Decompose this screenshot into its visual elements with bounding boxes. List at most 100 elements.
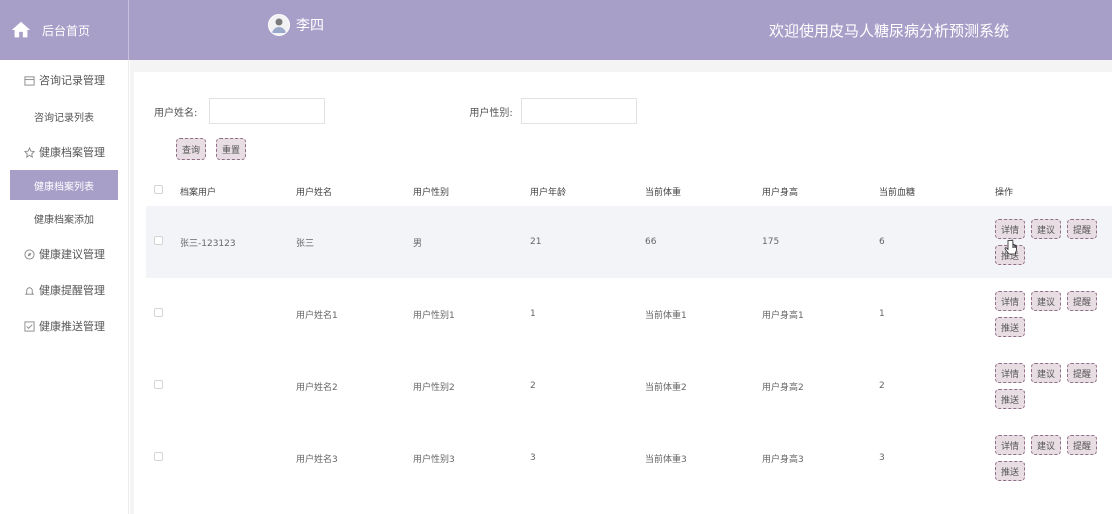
- row-checkbox[interactable]: [154, 308, 163, 317]
- table-cell: 男: [413, 206, 530, 278]
- advice-button[interactable]: 建议: [1031, 435, 1062, 455]
- table-cell: 21: [530, 206, 645, 278]
- name-input[interactable]: [209, 98, 326, 124]
- table-cell: 用户身高2: [762, 382, 804, 393]
- detail-button[interactable]: 详情: [995, 363, 1026, 383]
- query-button[interactable]: 查询: [176, 138, 207, 160]
- remind-button[interactable]: 提醒: [1067, 219, 1098, 239]
- advice-button[interactable]: 建议: [1031, 219, 1062, 239]
- column-header: 用户姓名: [296, 187, 333, 198]
- search-buttons: 查询 重置: [176, 138, 247, 160]
- table-cell: [180, 422, 296, 494]
- table-cell: 用户姓名1: [296, 310, 338, 321]
- gender-label: 用户性别:: [469, 107, 513, 119]
- user-area[interactable]: 李四: [268, 14, 324, 36]
- detail-button[interactable]: 详情: [995, 291, 1026, 311]
- sidebar: 咨询记录管理 咨询记录列表 健康档案管理 健康档案列表 健康档案添加 健康建议管…: [0, 60, 129, 514]
- table-cell: 用户身高1: [762, 310, 804, 321]
- column-header: 档案用户: [180, 187, 217, 198]
- menu-group-label: 咨询记录管理: [39, 74, 105, 87]
- table-cell: 6: [879, 206, 995, 278]
- name-label: 用户姓名:: [154, 107, 198, 119]
- main-content: 用户姓名: 用户性别: 查询 重置 档案用户 用户姓名 用户性别 用户年龄 当前…: [130, 60, 1112, 514]
- row-checkbox[interactable]: [154, 452, 163, 461]
- site-title: 欢迎使用皮马人糖尿病分析预测系统: [768, 22, 1009, 40]
- star-icon: [24, 146, 35, 158]
- reset-button[interactable]: 重置: [216, 138, 247, 160]
- table-cell: [180, 278, 296, 350]
- row-actions: 详情 建议 提醒 推送: [995, 435, 1103, 481]
- advice-button[interactable]: 建议: [1031, 363, 1062, 383]
- home-icon: [11, 21, 31, 38]
- push-button[interactable]: 推送: [995, 461, 1026, 481]
- menu-group-label: 健康建议管理: [39, 248, 105, 261]
- table-cell: 用户姓名3: [296, 454, 338, 465]
- table-cell: 66: [645, 206, 762, 278]
- table-cell: 2: [879, 381, 885, 391]
- menu-consult-records[interactable]: 咨询记录管理: [0, 62, 128, 98]
- table-cell: [180, 350, 296, 422]
- user-avatar-icon: [272, 18, 286, 33]
- menu-health-reminder[interactable]: 健康提醒管理: [0, 272, 128, 308]
- hand-cursor-icon: [1004, 239, 1017, 255]
- table-cell: 2: [530, 381, 536, 391]
- username: 李四: [296, 18, 324, 34]
- select-all-checkbox[interactable]: [154, 185, 163, 194]
- home-link[interactable]: 后台首页: [0, 0, 129, 60]
- remind-button[interactable]: 提醒: [1067, 435, 1098, 455]
- table-row[interactable]: 张三-123123 张三 男 21 66 175 6 详情 建议 提醒 推送: [146, 206, 1112, 278]
- table-cell: 用户身高3: [762, 454, 804, 465]
- row-checkbox[interactable]: [154, 236, 163, 245]
- records-table: 档案用户 用户姓名 用户性别 用户年龄 当前体重 用户身高 当前血糖 操作 张三…: [146, 176, 1112, 494]
- table-cell: 3: [530, 453, 536, 463]
- menu-health-records[interactable]: 健康档案管理: [0, 134, 128, 170]
- table-cell: 当前体重2: [645, 382, 687, 393]
- menu-group-label: 健康档案管理: [39, 146, 105, 159]
- table-cell: 当前体重1: [645, 310, 687, 321]
- table-cell: 1: [530, 309, 536, 319]
- table-cell: 1: [879, 309, 885, 319]
- list-panel: 用户姓名: 用户性别: 查询 重置 档案用户 用户姓名 用户性别 用户年龄 当前…: [134, 72, 1112, 514]
- table-cell: 当前体重3: [645, 454, 687, 465]
- push-button[interactable]: 推送: [995, 317, 1026, 337]
- table-row[interactable]: 用户姓名1 用户性别1 1 当前体重1 用户身高1 1 详情 建议 提醒 推送: [146, 278, 1112, 350]
- column-header: 当前血糖: [879, 187, 916, 198]
- push-button[interactable]: 推送: [995, 389, 1026, 409]
- column-header: 当前体重: [645, 187, 682, 198]
- menu-item-consult-list[interactable]: 咨询记录列表: [0, 98, 128, 134]
- column-header: 用户性别: [413, 187, 450, 198]
- column-header: 用户身高: [762, 187, 799, 198]
- check-icon: [24, 320, 35, 332]
- search-row: 用户姓名: 用户性别:: [154, 98, 637, 124]
- top-bar: 后台首页 李四 欢迎使用皮马人糖尿病分析预测系统: [0, 0, 1112, 60]
- table-header: 档案用户 用户姓名 用户性别 用户年龄 当前体重 用户身高 当前血糖 操作: [146, 176, 1112, 206]
- table-row[interactable]: 用户姓名3 用户性别3 3 当前体重3 用户身高3 3 详情 建议 提醒 推送: [146, 422, 1112, 494]
- detail-button[interactable]: 详情: [995, 219, 1026, 239]
- advice-button[interactable]: 建议: [1031, 291, 1062, 311]
- row-checkbox[interactable]: [154, 380, 163, 389]
- table-row[interactable]: 用户姓名2 用户性别2 2 当前体重2 用户身高2 2 详情 建议 提醒 推送: [146, 350, 1112, 422]
- table-cell: 175: [762, 206, 879, 278]
- bell-icon: [24, 286, 35, 295]
- remind-button[interactable]: 提醒: [1067, 291, 1098, 311]
- calendar-icon: [24, 75, 35, 86]
- menu-health-advice[interactable]: 健康建议管理: [0, 236, 128, 272]
- gender-input[interactable]: [520, 98, 637, 124]
- remind-button[interactable]: 提醒: [1067, 363, 1098, 383]
- table-cell: 用户性别1: [413, 310, 455, 321]
- row-actions: 详情 建议 提醒 推送: [995, 363, 1103, 409]
- compass-icon: [24, 248, 35, 260]
- menu-item-health-list[interactable]: 健康档案列表: [10, 170, 118, 200]
- menu-item-health-add[interactable]: 健康档案添加: [0, 200, 128, 236]
- row-actions: 详情 建议 提醒 推送: [995, 291, 1103, 337]
- table-cell: 3: [879, 453, 885, 463]
- table-cell: 张三: [296, 206, 413, 278]
- menu-group-label: 健康推送管理: [39, 320, 105, 333]
- detail-button[interactable]: 详情: [995, 435, 1026, 455]
- menu-health-push[interactable]: 健康推送管理: [0, 308, 128, 344]
- table-cell: 张三-123123: [180, 206, 296, 278]
- table-cell: 用户姓名2: [296, 382, 338, 393]
- home-label: 后台首页: [42, 23, 91, 38]
- column-header: 用户年龄: [530, 187, 567, 198]
- table-cell: 用户性别3: [413, 454, 455, 465]
